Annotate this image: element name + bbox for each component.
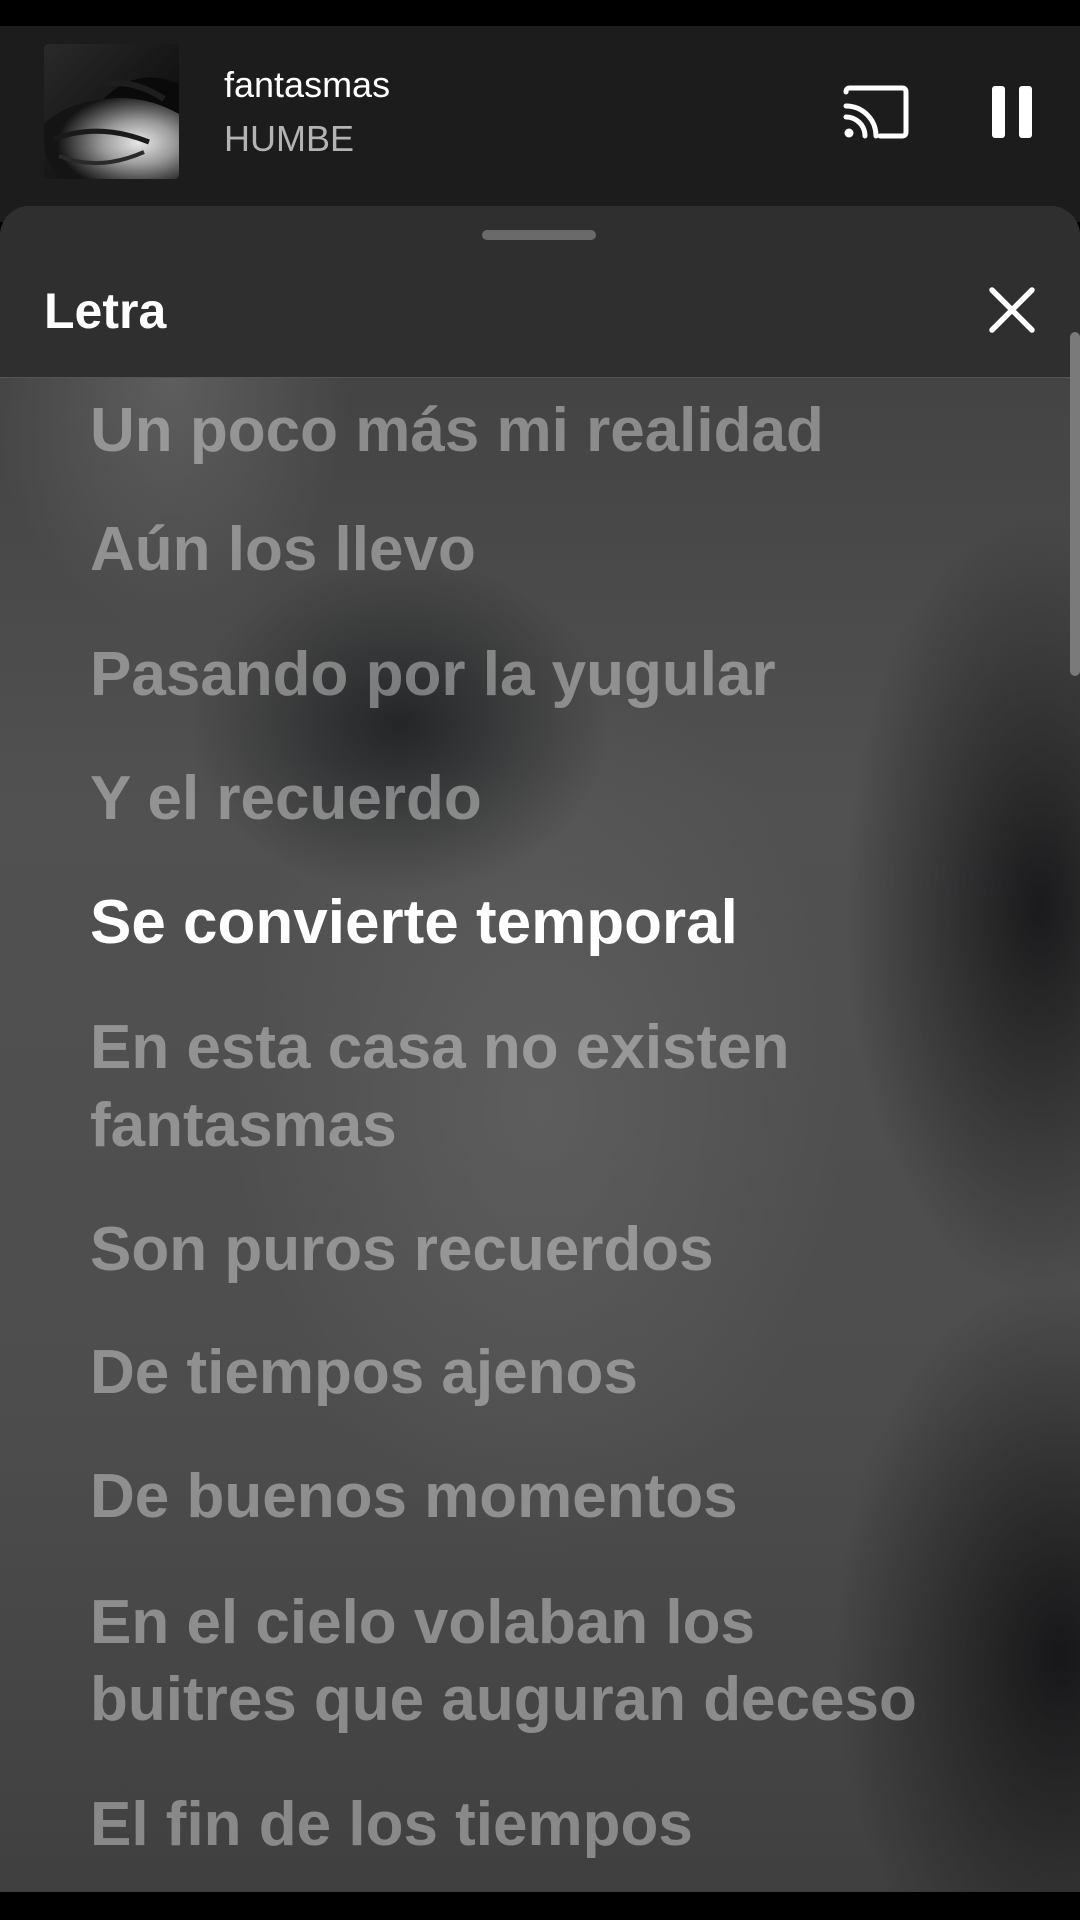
album-art-image [44, 44, 179, 179]
lyric-line[interactable]: En esta casa no existen [90, 1009, 990, 1087]
pause-icon [992, 86, 1032, 138]
track-title: fantasmas [224, 64, 391, 105]
sheet-header: Letra [0, 206, 1080, 378]
lyric-line[interactable]: Pasando por la yugular [90, 636, 990, 714]
lyric-line[interactable]: fantasmas [90, 1087, 990, 1165]
scrollbar-thumb[interactable] [1070, 332, 1080, 676]
status-bar [0, 0, 1080, 26]
track-artist: HUMBE [224, 118, 355, 159]
lyric-line[interactable]: buitres que auguran deceso [90, 1661, 990, 1739]
album-art[interactable] [44, 44, 179, 179]
lyric-line[interactable]: Y el recuerdo [90, 760, 990, 838]
lyric-line[interactable]: De tiempos ajenos [90, 1334, 990, 1412]
lyric-line[interactable]: En el cielo volaban los [90, 1584, 990, 1662]
cast-button[interactable] [840, 82, 912, 142]
lyric-line[interactable]: Aún los llevo [90, 511, 990, 589]
cast-icon [843, 85, 909, 139]
sheet-title: Letra [44, 283, 167, 339]
mini-player[interactable]: fantasmas HUMBE [0, 26, 1080, 222]
close-button[interactable] [984, 282, 1040, 338]
pause-button[interactable] [982, 82, 1042, 142]
screen: fantasmas HUMBE Un poco más mi realidad … [0, 0, 1080, 1920]
lyric-line[interactable]: El fin de los tiempos [90, 1786, 990, 1864]
lyric-line[interactable]: Son puros recuerdos [90, 1211, 990, 1289]
lyric-line[interactable]: Un poco más mi realidad [90, 392, 990, 470]
close-icon [989, 287, 1035, 333]
navigation-bar [0, 1892, 1080, 1920]
lyric-line-current[interactable]: Se convierte temporal [90, 884, 990, 962]
lyric-line[interactable]: De buenos momentos [90, 1458, 990, 1536]
header-divider [0, 377, 1080, 378]
drag-handle[interactable] [482, 230, 596, 240]
lyrics-sheet: Un poco más mi realidad Aún los llevo Pa… [0, 206, 1080, 1920]
